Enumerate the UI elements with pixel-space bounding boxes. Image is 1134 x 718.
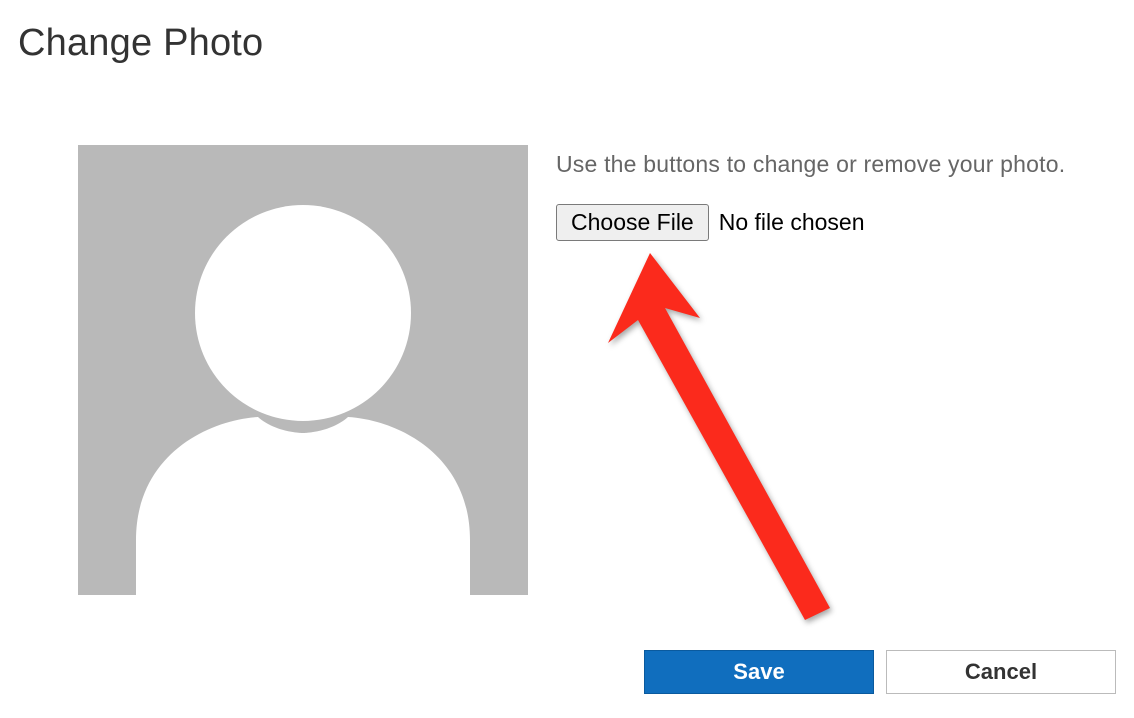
- choose-file-button[interactable]: Choose File: [556, 204, 709, 241]
- cancel-button[interactable]: Cancel: [886, 650, 1116, 694]
- profile-photo-placeholder: [78, 145, 528, 595]
- avatar-placeholder-icon: [78, 145, 528, 595]
- content-area: Use the buttons to change or remove your…: [0, 65, 1134, 595]
- page-title: Change Photo: [0, 0, 1134, 65]
- instruction-text: Use the buttons to change or remove your…: [556, 151, 1134, 178]
- save-button[interactable]: Save: [644, 650, 874, 694]
- file-status-text: No file chosen: [719, 209, 865, 236]
- file-input-row: Choose File No file chosen: [556, 204, 1134, 241]
- upload-controls: Use the buttons to change or remove your…: [556, 145, 1134, 241]
- dialog-actions: Save Cancel: [644, 650, 1116, 694]
